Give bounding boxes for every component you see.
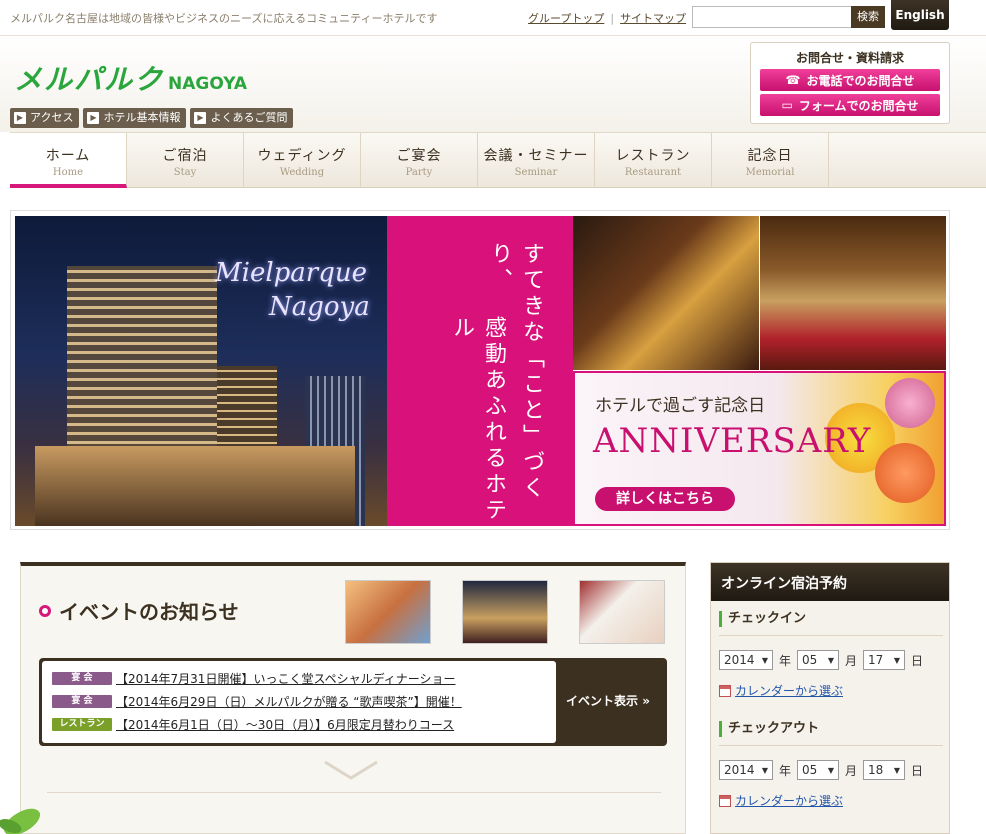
caret-down-icon: ▼ xyxy=(893,765,901,775)
hero-banner: Mielparque Nagoya すてきな「こと」づくり、 感動あふれるホテル… xyxy=(10,210,950,530)
online-booking-panel: オンライン宿泊予約 チェックイン 2014 ▼ 年 05 ▼ 月 17 ▼ 日 カレン… xyxy=(710,562,950,834)
anniversary-details-button[interactable]: 詳しくはこちら xyxy=(595,487,735,511)
hotel-night-photo: Mielparque Nagoya xyxy=(15,216,387,526)
checkin-month-select[interactable]: 05 ▼ xyxy=(797,650,840,670)
event-link[interactable]: 【2014年7月31日開催】いっこく堂スペシャルディナーショー xyxy=(116,670,456,687)
checkout-day-select[interactable]: 18 ▼ xyxy=(863,760,906,780)
subnav-hotel-info[interactable]: ▶ ホテル基本情報 xyxy=(83,108,187,128)
category-badge: 宴 会 xyxy=(52,672,112,685)
event-thumb-1[interactable] xyxy=(345,580,431,644)
sub-navigation: ▶ アクセス ▶ ホテル基本情報 ▶ よくあるご質問 xyxy=(10,108,294,128)
event-toggle-button[interactable]: イベント表示 » xyxy=(566,692,650,709)
main-navigation: ホーム Home ご宿泊 Stay ウェディング Wedding ご宴会 Party 会… xyxy=(10,132,986,188)
english-button[interactable]: English xyxy=(891,0,949,30)
contact-box: お問合せ・資料請求 ☎ お電話でのお問合せ ▭ フォームでのお問合せ xyxy=(750,42,950,124)
checkin-day-select[interactable]: 17 ▼ xyxy=(863,650,906,670)
site-header: メルパルク NAGOYA ▶ アクセス ▶ ホテル基本情報 ▶ よくあるご質問 お問合せ… xyxy=(0,36,986,132)
nav-stay[interactable]: ご宿泊 Stay xyxy=(127,133,244,188)
phone-contact-button[interactable]: ☎ お電話でのお問合せ xyxy=(760,69,940,91)
checkin-label: チェックイン xyxy=(719,611,943,627)
contact-title: お問合せ・資料請求 xyxy=(795,51,904,65)
subnav-access[interactable]: ▶ アクセス xyxy=(10,108,80,128)
form-contact-button[interactable]: ▭ フォームでのお問合せ xyxy=(760,94,940,116)
category-badge: 宴 会 xyxy=(52,695,112,708)
event-thumb-3[interactable] xyxy=(579,580,665,644)
nav-restaurant[interactable]: レストラン Restaurant xyxy=(595,133,712,188)
checkout-section: チェックアウト 2014 ▼ 年 05 ▼ 月 18 ▼ 日 カレンダーから選ぶ xyxy=(719,721,943,809)
chapel-photo[interactable] xyxy=(760,216,946,370)
event-list: 宴 会 【2014年7月31日開催】いっこく堂スペシャルディナーショー 宴 会 … xyxy=(39,658,667,746)
logo-text-en: NAGOYA xyxy=(168,74,248,94)
arrow-right-icon: ▶ xyxy=(14,112,26,124)
list-item[interactable]: 宴 会 【2014年6月29日（日）メルパルクが贈る “歌声喫茶”】開催！ xyxy=(52,690,546,713)
monitor-icon: ▭ xyxy=(781,98,793,112)
checkin-section: チェックイン 2014 ▼ 年 05 ▼ 月 17 ▼ 日 カレンダーから選ぶ xyxy=(719,611,943,699)
top-bar: メルパルク名古屋は地域の皆様やビジネスのニーズに応えるコミュニティーホテルです … xyxy=(0,0,986,36)
nav-wedding[interactable]: ウェディング Wedding xyxy=(244,133,361,188)
event-thumb-2[interactable] xyxy=(462,580,548,644)
hero-slogan-panel: すてきな「こと」づくり、 感動あふれるホテル xyxy=(387,216,573,526)
arrow-right-icon: ▶ xyxy=(87,112,100,124)
event-section: イベントのお知らせ 宴 会 【2014年7月31日開催】いっこく堂スペシャルディ… xyxy=(20,562,686,834)
calendar-icon xyxy=(719,794,731,807)
checkin-year-select[interactable]: 2014 ▼ xyxy=(719,650,773,670)
chevron-down-icon[interactable] xyxy=(321,758,381,782)
sitemap-link[interactable]: サイトマップ xyxy=(620,12,686,25)
nav-seminar[interactable]: 会議・セミナー Seminar xyxy=(478,133,595,188)
nav-home[interactable]: ホーム Home xyxy=(10,133,127,188)
event-section-title: イベントのお知らせ xyxy=(59,600,239,624)
caret-down-icon: ▼ xyxy=(761,765,768,775)
caret-down-icon: ▼ xyxy=(761,655,768,665)
checkout-label: チェックアウト xyxy=(719,721,943,737)
search-button[interactable]: 検索 xyxy=(851,6,885,28)
calendar-icon xyxy=(719,684,731,697)
caret-down-icon: ▼ xyxy=(893,655,901,665)
caret-down-icon: ▼ xyxy=(827,655,835,665)
site-logo[interactable]: メルパルク NAGOYA xyxy=(14,58,247,96)
anniversary-subtitle: ホテルで過ごす記念日 xyxy=(595,396,766,416)
arrow-right-icon: ▶ xyxy=(194,112,207,124)
search-input[interactable] xyxy=(692,6,852,28)
anniversary-banner[interactable]: ホテルで過ごす記念日 ANNIVERSARY 詳しくはこちら xyxy=(573,371,946,526)
booking-title: オンライン宿泊予約 xyxy=(711,563,949,601)
nav-party[interactable]: ご宴会 Party xyxy=(361,133,478,188)
checkin-calendar-link[interactable]: カレンダーから選ぶ xyxy=(719,682,943,699)
phone-icon: ☎ xyxy=(785,73,801,87)
event-link[interactable]: 【2014年6月1日（日）～30日（月）】6月限定月替わりコース xyxy=(116,716,454,733)
checkout-month-select[interactable]: 05 ▼ xyxy=(797,760,840,780)
checkout-calendar-link[interactable]: カレンダーから選ぶ xyxy=(719,792,943,809)
list-item[interactable]: 宴 会 【2014年7月31日開催】いっこく堂スペシャルディナーショー xyxy=(52,667,546,690)
anniversary-title: ANNIVERSARY xyxy=(593,421,872,461)
category-badge: レストラン xyxy=(52,718,112,731)
leaf-decoration-icon xyxy=(0,808,41,834)
list-item[interactable]: レストラン 【2014年6月1日（日）～30日（月）】6月限定月替わりコース xyxy=(52,713,546,736)
top-links: グループトップ | サイトマップ xyxy=(528,12,687,25)
subnav-faq[interactable]: ▶ よくあるご質問 xyxy=(190,108,294,128)
caret-down-icon: ▼ xyxy=(827,765,835,775)
event-link[interactable]: 【2014年6月29日（日）メルパルクが贈る “歌声喫茶”】開催！ xyxy=(116,693,462,710)
bullet-circle-icon xyxy=(39,604,51,617)
wedding-photo[interactable] xyxy=(573,216,759,370)
checkout-year-select[interactable]: 2014 ▼ xyxy=(719,760,773,780)
site-tagline: メルパルク名古屋は地域の皆様やビジネスのニーズに応えるコミュニティーホテルです xyxy=(10,12,438,25)
logo-text-jp: メルパルク xyxy=(14,63,165,96)
double-chevron-down-icon: » xyxy=(642,694,650,708)
hero-script-title: Mielparque Nagoya xyxy=(215,258,370,322)
slogan-line-2: 感動あふれるホテル xyxy=(449,316,506,524)
group-top-link[interactable]: グループトップ xyxy=(528,12,604,25)
nav-memorial[interactable]: 記念日 Memorial xyxy=(712,133,829,188)
